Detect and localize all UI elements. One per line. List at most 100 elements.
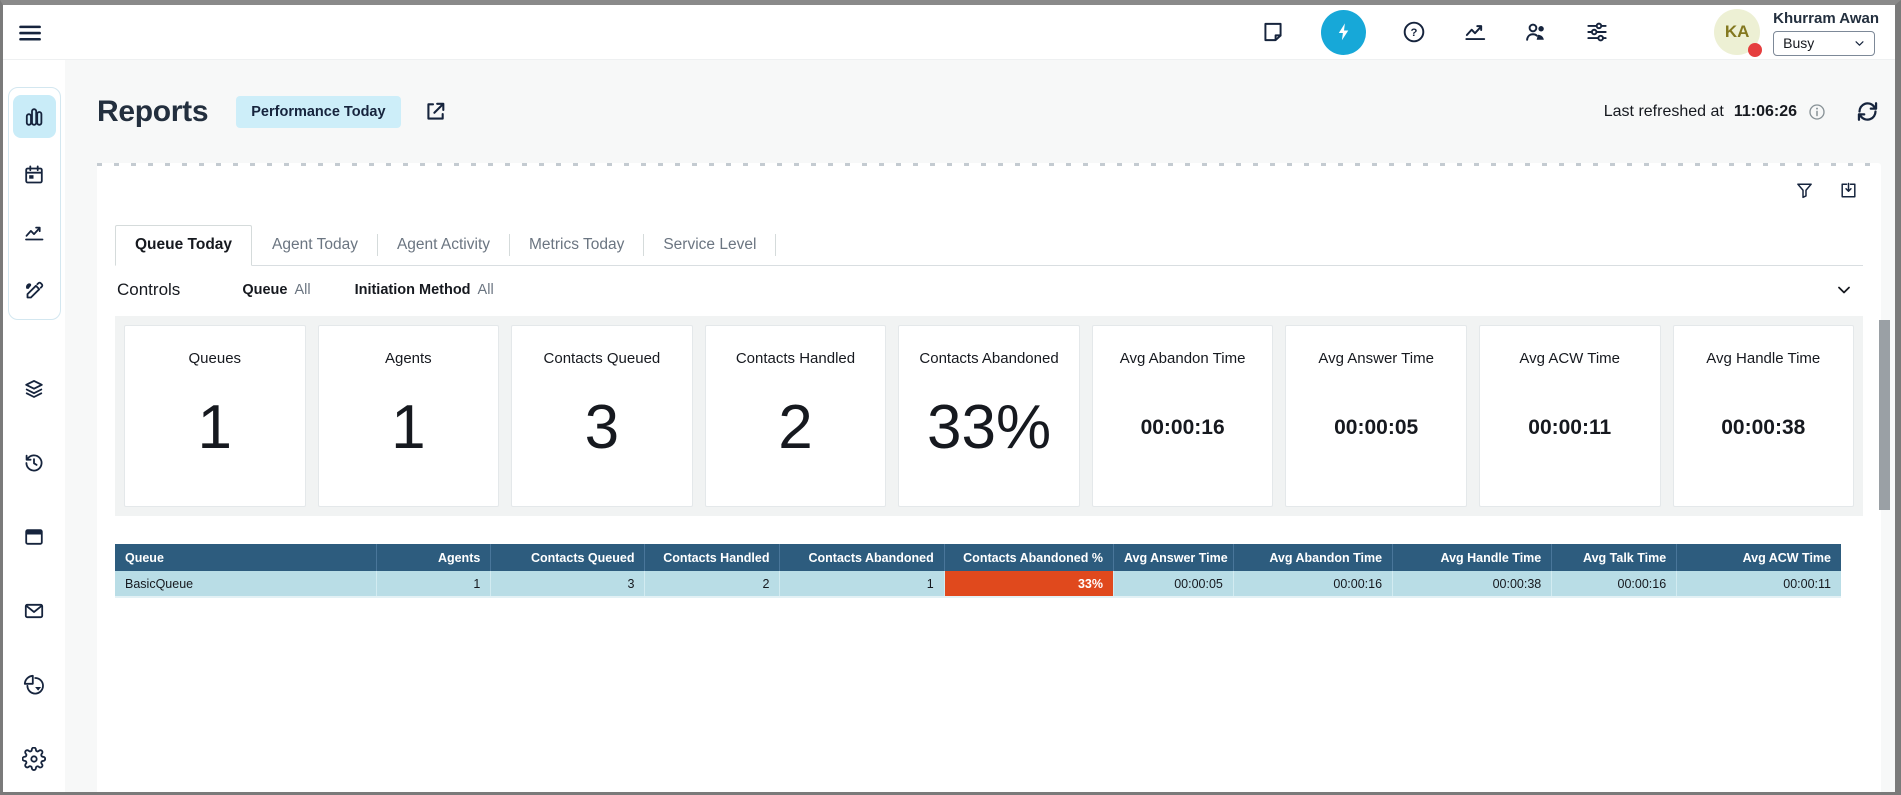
metric-card-value-wrap: 00:00:11: [1528, 367, 1611, 506]
metric-card-contacts-abandoned: Contacts Abandoned 33%: [898, 325, 1080, 507]
metric-card-label: Contacts Abandoned: [919, 350, 1058, 367]
column-header-agents[interactable]: Agents: [377, 544, 491, 571]
table-cell: BasicQueue: [115, 571, 377, 597]
metric-card-value-wrap: 2: [778, 367, 812, 506]
topbar: ? KA Khurram Awan Busy: [3, 5, 1895, 60]
metric-card-value: 00:00:16: [1141, 416, 1225, 440]
tab-separator: [775, 234, 776, 256]
table-row[interactable]: BasicQueue132133%00:00:0500:00:1600:00:3…: [115, 571, 1841, 597]
metric-card-value: 1: [198, 392, 232, 463]
status-select[interactable]: Busy: [1773, 31, 1875, 56]
filter-value: All: [478, 282, 494, 298]
filter-queue[interactable]: QueueAll: [242, 282, 310, 298]
last-refreshed-label: Last refreshed at: [1604, 103, 1724, 121]
panel-dashed-border: [97, 163, 1881, 166]
filter-funnel-icon[interactable]: [1794, 180, 1815, 201]
sidebar-item-mail-icon[interactable]: [13, 589, 56, 632]
column-header-avg-handle-time[interactable]: Avg Handle Time: [1393, 544, 1552, 571]
metric-card-value: 33%: [927, 392, 1051, 463]
status-select-value: Busy: [1783, 35, 1814, 51]
table-cell: 2: [645, 571, 780, 597]
report-tabs: Queue TodayAgent TodayAgent ActivityMetr…: [115, 225, 1863, 266]
column-header-contacts-handled[interactable]: Contacts Handled: [645, 544, 780, 571]
metrics-icon[interactable]: [1462, 19, 1488, 45]
open-external-icon[interactable]: [423, 99, 448, 124]
tab-agent-today[interactable]: Agent Today: [253, 226, 377, 265]
lightning-icon[interactable]: [1321, 10, 1366, 55]
hamburger-menu-icon[interactable]: [16, 19, 43, 46]
sidebar-item-bar-chart-icon[interactable]: [13, 95, 56, 138]
sidebar-item-calendar-icon[interactable]: [13, 153, 56, 196]
metric-card-value-wrap: 00:00:38: [1721, 367, 1805, 506]
app-window: ? KA Khurram Awan Busy Reports: [0, 0, 1901, 795]
help-icon[interactable]: ?: [1401, 19, 1427, 45]
last-refreshed-time: 11:06:26: [1734, 103, 1797, 121]
metric-card-value: 3: [585, 392, 619, 463]
user-name: Khurram Awan: [1773, 10, 1879, 27]
sidebar-item-gear-icon[interactable]: [13, 737, 56, 780]
settings-sliders-icon[interactable]: [1584, 19, 1610, 45]
avatar[interactable]: KA: [1714, 9, 1760, 55]
column-header-avg-answer-time[interactable]: Avg Answer Time: [1113, 544, 1233, 571]
column-header-avg-acw-time[interactable]: Avg ACW Time: [1677, 544, 1841, 571]
tab-queue-today[interactable]: Queue Today: [115, 225, 252, 266]
sidebar: [3, 60, 65, 792]
sidebar-item-line-chart-icon[interactable]: [13, 211, 56, 254]
metric-card-label: Avg Handle Time: [1706, 350, 1820, 367]
metric-card-value: 1: [391, 392, 425, 463]
controls-filters: QueueAll Initiation MethodAll: [180, 282, 493, 298]
queue-table-header-row: QueueAgentsContacts QueuedContacts Handl…: [115, 544, 1841, 571]
controls-collapse-chevron-icon[interactable]: [1833, 279, 1855, 301]
main-content: Reports Performance Today Last refreshed…: [65, 60, 1895, 792]
metric-card-value: 00:00:11: [1528, 416, 1611, 440]
metric-card-avg-abandon-time: Avg Abandon Time 00:00:16: [1092, 325, 1274, 507]
queue-table-wrap: QueueAgentsContacts QueuedContacts Handl…: [115, 544, 1841, 598]
notes-icon[interactable]: [1260, 19, 1286, 45]
controls-row: Controls QueueAll Initiation MethodAll: [115, 266, 1863, 314]
column-header-avg-abandon-time[interactable]: Avg Abandon Time: [1233, 544, 1392, 571]
scrollbar-thumb[interactable]: [1879, 320, 1890, 510]
column-header-avg-talk-time[interactable]: Avg Talk Time: [1552, 544, 1677, 571]
metric-card-value-wrap: 33%: [927, 367, 1051, 506]
sidebar-report-group: [8, 87, 61, 320]
queue-table-body: BasicQueue132133%00:00:0500:00:1600:00:3…: [115, 571, 1841, 597]
tab-service-level[interactable]: Service Level: [644, 226, 775, 265]
metric-card-label: Avg Abandon Time: [1120, 350, 1246, 367]
column-header-queue[interactable]: Queue: [115, 544, 377, 571]
table-cell: 00:00:11: [1677, 571, 1841, 597]
metric-card-label: Queues: [189, 350, 242, 367]
sidebar-item-window-icon[interactable]: [13, 515, 56, 558]
metric-card-avg-handle-time: Avg Handle Time00:00:38: [1673, 325, 1855, 507]
metric-card-agents: Agents1: [318, 325, 500, 507]
sidebar-item-pie-chart-icon[interactable]: [13, 663, 56, 706]
tab-agent-activity[interactable]: Agent Activity: [378, 226, 509, 265]
table-cell: 3: [491, 571, 645, 597]
page-title: Reports: [97, 95, 208, 129]
metric-card-value-wrap: 00:00:16: [1141, 367, 1225, 506]
download-icon[interactable]: [1838, 180, 1859, 201]
user-info: Khurram Awan Busy: [1773, 9, 1879, 56]
agents-icon[interactable]: [1523, 19, 1549, 45]
table-cell: 00:00:16: [1233, 571, 1392, 597]
metric-card-avg-acw-time: Avg ACW Time 00:00:11: [1479, 325, 1661, 507]
table-cell: 00:00:16: [1552, 571, 1677, 597]
filter-initiation-method[interactable]: Initiation MethodAll: [355, 282, 494, 298]
metric-card-value-wrap: 1: [391, 367, 425, 506]
last-refreshed: Last refreshed at 11:06:26: [1604, 98, 1881, 125]
avatar-initials: KA: [1725, 22, 1750, 42]
metric-card-value: 00:00:05: [1334, 416, 1418, 440]
tab-metrics-today[interactable]: Metrics Today: [510, 226, 643, 265]
column-header-contacts-abandoned[interactable]: Contacts Abandoned: [780, 544, 944, 571]
info-icon[interactable]: [1807, 102, 1827, 122]
metric-card-label: Avg ACW Time: [1519, 350, 1620, 367]
refresh-icon[interactable]: [1854, 98, 1881, 125]
sidebar-item-design-icon[interactable]: [13, 269, 56, 312]
metric-card-value-wrap: 3: [585, 367, 619, 506]
sidebar-item-history-icon[interactable]: [13, 441, 56, 484]
column-header-contacts-abandoned-[interactable]: Contacts Abandoned %: [944, 544, 1113, 571]
controls-label: Controls: [117, 280, 180, 300]
column-header-contacts-queued[interactable]: Contacts Queued: [491, 544, 645, 571]
chevron-down-icon: [1852, 36, 1867, 51]
sidebar-item-layers-icon[interactable]: [13, 367, 56, 410]
metric-card-value-wrap: 00:00:05: [1334, 367, 1418, 506]
